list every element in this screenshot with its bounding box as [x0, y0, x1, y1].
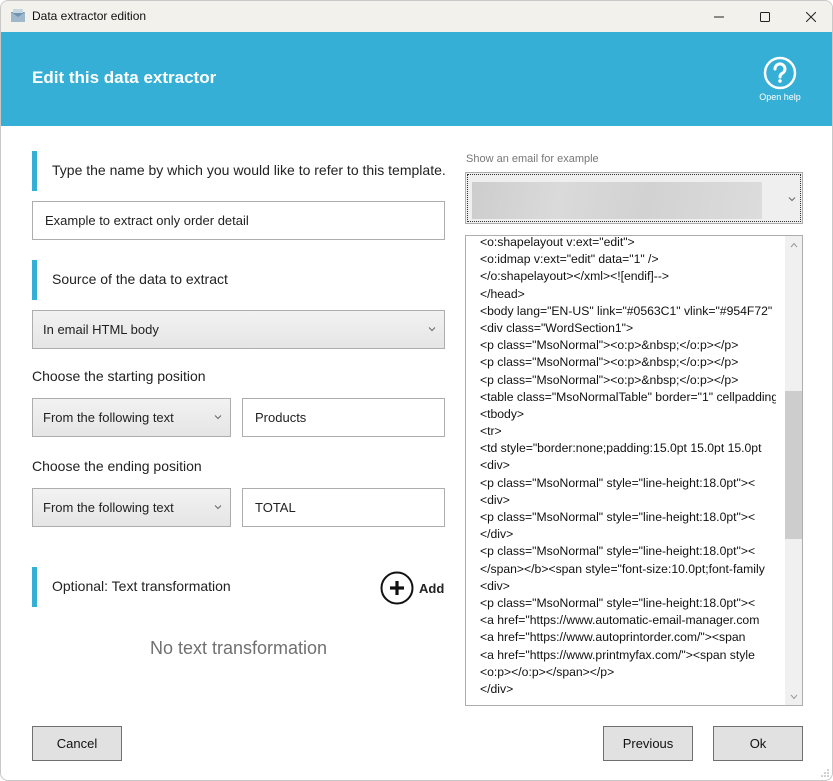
source-select-value: In email HTML body	[43, 322, 159, 337]
scroll-down-button[interactable]	[785, 688, 802, 705]
code-line: </o:shapelayout></xml><![endif]-->	[480, 269, 670, 284]
chevron-up-icon	[790, 242, 797, 247]
code-line: <o:shapelayout v:ext="edit">	[480, 235, 635, 249]
cancel-button[interactable]: Cancel	[32, 726, 122, 761]
code-line: </span></b><span style="font-size:10.0pt…	[480, 561, 765, 576]
title-bar: Data extractor edition	[1, 1, 832, 32]
scrollbar-thumb[interactable]	[785, 391, 802, 539]
code-line: <tr>	[480, 424, 502, 439]
code-line: <p class="MsoNormal" style="line-height:…	[480, 595, 756, 610]
close-icon	[806, 11, 816, 22]
scroll-up-button[interactable]	[785, 236, 802, 253]
help-label: Open help	[759, 92, 801, 102]
code-line: <body lang="EN-US" link="#0563C1" vlink=…	[480, 303, 773, 318]
start-text-input[interactable]: Products	[242, 398, 445, 437]
window-title: Data extractor edition	[32, 9, 147, 23]
no-transformation-message: No text transformation	[149, 638, 328, 658]
minimize-icon	[714, 16, 724, 17]
start-position-label: Choose the starting position	[32, 368, 206, 384]
email-example-select[interactable]	[465, 172, 803, 224]
start-mode-value: From the following text	[43, 410, 174, 425]
add-transformation-button[interactable]: Add	[380, 571, 444, 605]
code-line: </div>	[480, 527, 514, 542]
code-line: <tbody>	[480, 406, 525, 421]
end-mode-value: From the following text	[43, 500, 174, 515]
start-mode-select[interactable]: From the following text	[32, 398, 231, 437]
html-preview-box[interactable]: <o:shapelayout v:ext="edit"> <o:idmap v:e…	[465, 235, 803, 706]
code-line: <p class="MsoNormal" style="line-height:…	[480, 510, 756, 524]
code-line: <p class="MsoNormal"><o:p>&nbsp;</o:p></…	[480, 338, 739, 353]
end-mode-select[interactable]: From the following text	[32, 488, 231, 527]
end-position-label: Choose the ending position	[32, 458, 202, 474]
maximize-icon	[760, 11, 770, 22]
email-example-label: Show an email for example	[466, 153, 599, 165]
code-line: <div>	[480, 578, 510, 593]
code-line: <p class="MsoNormal" style="line-height:…	[480, 475, 756, 490]
help-icon	[763, 56, 797, 90]
redacted-email-value	[472, 182, 762, 219]
page-title: Edit this data extractor	[32, 68, 217, 87]
name-section-header: Type the name by which you would like to…	[32, 151, 446, 191]
previous-button[interactable]: Previous	[603, 726, 693, 761]
plus-circle-icon	[380, 571, 414, 605]
close-button[interactable]	[788, 1, 832, 32]
chevron-down-icon	[788, 197, 796, 202]
code-line: </div>	[480, 681, 514, 696]
app-icon	[11, 9, 25, 22]
data-extractor-window: Data extractor edition Edit this data ex…	[0, 0, 833, 781]
add-label: Add	[419, 580, 445, 596]
code-line: <div>	[480, 492, 510, 507]
code-line: </head>	[480, 286, 525, 301]
chevron-down-icon	[214, 415, 222, 420]
code-line: <div class="WordSection1">	[480, 320, 634, 335]
minimize-button[interactable]	[696, 1, 742, 32]
code-line: <a href="https://www.printmyfax.com/"><s…	[480, 647, 755, 662]
code-line: <a href="https://www.automatic-email-man…	[480, 613, 760, 628]
chevron-down-icon	[214, 505, 222, 510]
code-line: <a href="https://www.autoprintorder.com/…	[480, 630, 746, 645]
code-line: <p class="MsoNormal"><o:p>&nbsp;</o:p></…	[480, 372, 739, 387]
name-section-label: Type the name by which you would like to…	[52, 162, 446, 178]
html-source-lines: <o:shapelayout v:ext="edit"> <o:idmap v:e…	[480, 235, 776, 698]
code-line: <o:p></o:p></span></p>	[480, 664, 615, 679]
source-section-label: Source of the data to extract	[52, 271, 228, 287]
open-help-button[interactable]: Open help	[753, 56, 807, 106]
vertical-scrollbar[interactable]	[785, 236, 802, 705]
chevron-down-icon	[790, 694, 797, 699]
source-section-header: Source of the data to extract	[32, 260, 228, 300]
code-line: <p class="MsoNormal"><o:p>&nbsp;</o:p></…	[480, 355, 739, 370]
transform-section-label: Optional: Text transformation	[52, 578, 231, 594]
header-banner: Edit this data extractor Open help	[1, 32, 832, 126]
template-name-input[interactable]: Example to extract only order detail	[32, 201, 445, 240]
end-text-input[interactable]: TOTAL	[242, 488, 445, 527]
code-line: <o:idmap v:ext="edit" data="1" />	[480, 252, 659, 267]
code-line: <td style="border:none;padding:15.0pt 15…	[480, 441, 762, 456]
source-select[interactable]: In email HTML body	[32, 310, 445, 349]
transform-section-header: Optional: Text transformation	[32, 567, 231, 607]
code-line: <table class="MsoNormalTable" border="1"…	[480, 389, 776, 404]
ok-button[interactable]: Ok	[713, 726, 803, 761]
chevron-down-icon	[428, 327, 436, 332]
code-line: <div>	[480, 458, 510, 473]
code-line: <p class="MsoNormal" style="line-height:…	[480, 544, 756, 559]
resize-grip-icon[interactable]	[820, 768, 830, 778]
maximize-button[interactable]	[742, 1, 788, 32]
